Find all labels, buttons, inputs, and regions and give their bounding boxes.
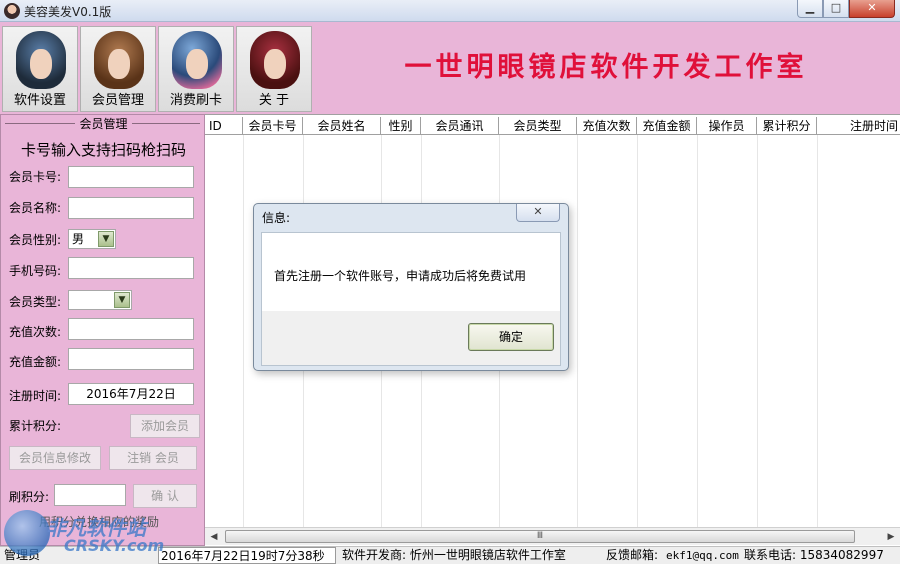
recharge-count-input[interactable]: [68, 318, 194, 340]
watermark-sub: CRSKY.com: [64, 536, 165, 555]
nav-label: 软件设置: [13, 93, 66, 108]
grid-line: [637, 135, 638, 527]
minimize-button[interactable]: ▁: [797, 0, 823, 18]
points-label: 累计积分:: [9, 419, 62, 433]
grid-header: ID 会员卡号 会员姓名 性别 会员通讯 会员类型 充值次数 充值金额 操作员 …: [205, 117, 900, 135]
grid-line: [243, 135, 244, 527]
scrollbar-thumb[interactable]: Ⅲ: [225, 530, 855, 543]
member-panel: 会员管理 卡号输入支持扫码枪扫码 会员卡号: 会员名称: 会员性别: 男 ▼ 手…: [0, 114, 205, 546]
window-titlebar: 美容美发V0.1版 ▁ □ ✕: [0, 0, 900, 22]
info-dialog: 信息: ✕ 首先注册一个软件账号，申请成功后将免费试用 确定: [253, 203, 569, 371]
horizontal-scrollbar[interactable]: ◀ Ⅲ ▶: [205, 527, 900, 545]
reg-time-label: 注册时间:: [9, 389, 62, 403]
grid-line: [817, 135, 818, 527]
gender-select[interactable]: 男 ▼: [68, 229, 116, 249]
grid-line: [577, 135, 578, 527]
phone-input[interactable]: [68, 257, 194, 279]
contact-phone: 联系电话: 15834082997: [744, 548, 884, 562]
column-header[interactable]: 性别: [381, 117, 421, 135]
edit-member-button[interactable]: 会员信息修改: [9, 446, 101, 470]
dialog-body: 首先注册一个软件账号，申请成功后将免费试用 确定: [261, 232, 561, 366]
column-header[interactable]: ID: [205, 117, 243, 135]
maximize-button[interactable]: □: [823, 0, 849, 18]
swipe-points-label: 刷积分:: [9, 490, 50, 504]
reg-time-picker[interactable]: 2016年7月22日: [68, 383, 194, 405]
column-header[interactable]: 注册时间: [817, 117, 900, 135]
grid-line: [757, 135, 758, 527]
grid-line: [697, 135, 698, 527]
dialog-close-button[interactable]: ✕: [516, 204, 560, 222]
scan-hint: 卡号输入支持扫码枪扫码: [20, 141, 186, 159]
scroll-left-icon[interactable]: ◀: [207, 530, 221, 544]
column-header[interactable]: 充值金额: [637, 117, 697, 135]
card-no-input[interactable]: [68, 166, 194, 188]
name-label: 会员名称:: [9, 201, 62, 215]
nav-button-members[interactable]: 会员管理: [80, 26, 156, 112]
watermark-logo: 非凡软件站 CRSKY.com: [4, 508, 164, 560]
column-header[interactable]: 会员卡号: [243, 117, 303, 135]
column-header[interactable]: 会员类型: [499, 117, 577, 135]
cancel-member-button[interactable]: 注销 会员: [109, 446, 197, 470]
column-header[interactable]: 充值次数: [577, 117, 637, 135]
nav-label: 消费刷卡: [169, 93, 222, 108]
feedback-label: 反馈邮箱:: [606, 548, 659, 562]
group-title: 会员管理: [1, 115, 206, 132]
recharge-count-label: 充值次数:: [9, 325, 62, 339]
column-header[interactable]: 操作员: [697, 117, 757, 135]
nav-label: 关 于: [258, 93, 290, 108]
phone-label: 手机号码:: [9, 264, 62, 278]
gender-label: 会员性别:: [9, 233, 62, 247]
column-header[interactable]: 会员姓名: [303, 117, 381, 135]
type-label: 会员类型:: [9, 295, 62, 309]
column-header[interactable]: 累计积分: [757, 117, 817, 135]
swipe-points-input[interactable]: [54, 484, 126, 506]
dialog-content: 首先注册一个软件账号，申请成功后将免费试用: [262, 233, 560, 311]
nav-button-settings[interactable]: 软件设置: [2, 26, 78, 112]
card-no-label: 会员卡号:: [9, 170, 62, 184]
chevron-down-icon: ▼: [114, 292, 130, 308]
dialog-ok-button[interactable]: 确定: [468, 323, 554, 351]
hair-model-3-icon: [172, 31, 222, 89]
window-title: 美容美发V0.1版: [24, 5, 112, 19]
studio-banner: 一世明眼镜店软件开发工作室: [404, 52, 808, 83]
nav-label: 会员管理: [91, 93, 144, 108]
recharge-amount-input[interactable]: [68, 348, 194, 370]
recharge-amount-label: 充值金额:: [9, 355, 62, 369]
confirm-points-button[interactable]: 确 认: [133, 484, 197, 508]
dialog-message: 首先注册一个软件账号，申请成功后将免费试用: [274, 269, 527, 283]
close-button[interactable]: ✕: [849, 0, 895, 18]
hair-model-2-icon: [94, 31, 144, 89]
watermark-globe-icon: [4, 510, 50, 556]
group-title-text: 会员管理: [75, 117, 132, 131]
gender-value: 男: [72, 232, 85, 246]
type-select[interactable]: ▼: [68, 290, 132, 310]
dialog-title: 信息:: [262, 211, 291, 225]
nav-button-about[interactable]: 关 于: [236, 26, 312, 112]
add-member-button[interactable]: 添加会员: [130, 414, 200, 438]
chevron-down-icon: ▼: [98, 231, 114, 247]
name-input[interactable]: [68, 197, 194, 219]
app-icon: [4, 3, 20, 19]
hair-model-1-icon: [16, 31, 66, 89]
nav-button-consume[interactable]: 消费刷卡: [158, 26, 234, 112]
scroll-right-icon[interactable]: ▶: [884, 530, 898, 544]
developer-info: 软件开发商: 忻州一世明眼镜店软件工作室: [342, 548, 566, 562]
hair-model-4-icon: [250, 31, 300, 89]
current-time: 2016年7月22日19时7分38秒: [158, 547, 336, 564]
column-header[interactable]: 会员通讯: [421, 117, 499, 135]
feedback-email: ekf1@qq.com: [666, 549, 739, 562]
header-band: 软件设置 会员管理 消费刷卡 关 于 一世明眼镜店软件开发工作室: [0, 22, 900, 114]
